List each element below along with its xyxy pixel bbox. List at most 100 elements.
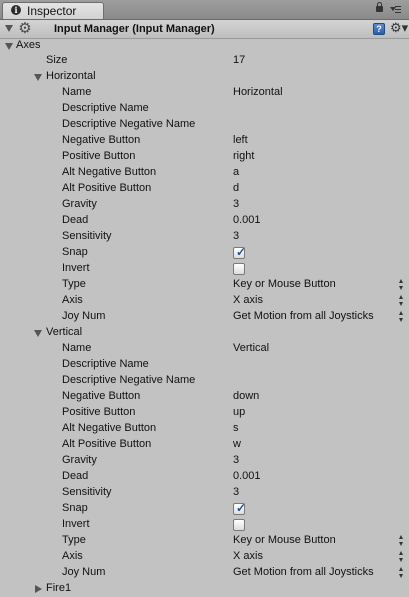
axis-dropdown[interactable]: X axis [233,294,263,306]
field-label: Descriptive Negative Name [62,118,196,130]
sensitivity-field[interactable]: 3 [233,486,239,498]
field-label: Snap [62,246,88,258]
field-label: Sensitivity [62,486,112,498]
field-label: Gravity [62,454,97,466]
field-label: Positive Button [62,150,136,162]
alt-positive-button-field[interactable]: d [233,182,239,194]
positive-button-field[interactable]: right [233,150,254,162]
invert-checkbox[interactable] [233,263,245,275]
field-row: Type Key or Mouse Button [0,533,409,549]
field-label: Descriptive Name [62,358,149,370]
axis-name-label: Fire1 [46,582,72,594]
field-row: Joy Num Get Motion from all Joysticks [0,309,409,325]
field-row: Axis X axis [0,293,409,309]
fire1-arrow-icon[interactable] [35,585,42,593]
alt-negative-button-field[interactable]: a [233,166,239,178]
axis-foldout-fire1[interactable]: Fire1 [0,581,409,597]
field-row: Descriptive Negative Name [0,373,409,389]
name-field[interactable]: Horizontal [233,86,283,98]
field-label: Type [62,278,86,290]
joy-num-dropdown[interactable]: Get Motion from all Joysticks [233,310,374,322]
field-row: Descriptive Name [0,101,409,117]
name-field[interactable]: Vertical [233,342,269,354]
invert-checkbox[interactable] [233,519,245,531]
dropdown-arrows-icon[interactable] [399,311,404,323]
dead-field[interactable]: 0.001 [233,470,261,482]
axes-size-row: Size 17 [0,53,409,69]
dead-field[interactable]: 0.001 [233,214,261,226]
axis-foldout-vertical[interactable]: Vertical [0,325,409,341]
settings-gear-icon[interactable]: ⚙▾ [390,21,408,35]
info-icon: i [11,5,21,15]
negative-button-field[interactable]: down [233,390,259,402]
tab-menu-icon[interactable] [390,6,401,15]
field-label: Positive Button [62,406,136,418]
field-row: Axis X axis [0,549,409,565]
negative-button-field[interactable]: left [233,134,248,146]
axes-foldout[interactable]: Axes [0,38,409,54]
dropdown-arrows-icon[interactable] [399,295,404,307]
gravity-field[interactable]: 3 [233,198,239,210]
field-label: Gravity [62,198,97,210]
field-row: Negative Button left [0,133,409,149]
tab-inspector[interactable]: i Inspector [2,2,104,19]
field-row: Sensitivity 3 [0,485,409,501]
field-label: Negative Button [62,390,141,402]
axis-foldout-horizontal[interactable]: Horizontal [0,69,409,85]
dropdown-arrows-icon[interactable] [399,551,404,563]
field-row: Sensitivity 3 [0,229,409,245]
axes-arrow-icon[interactable] [5,43,13,50]
field-label: Joy Num [62,566,106,578]
help-book-icon[interactable]: ? [373,23,385,35]
checkmark-icon: ✓ [236,501,247,515]
lock-icon[interactable] [376,2,383,12]
field-row: Descriptive Name [0,357,409,373]
field-label: Alt Positive Button [62,182,152,194]
header-foldout-arrow-icon[interactable] [5,25,13,32]
type-dropdown[interactable]: Key or Mouse Button [233,534,336,546]
joy-num-dropdown[interactable]: Get Motion from all Joysticks [233,566,374,578]
field-row: Alt Negative Button a [0,165,409,181]
field-row: Dead 0.001 [0,213,409,229]
axis-name-label: Vertical [46,326,83,338]
field-label: Sensitivity [62,230,112,242]
field-label: Axis [62,294,83,306]
field-row: Invert [0,261,409,277]
field-label: Descriptive Negative Name [62,374,196,386]
field-row: Alt Positive Button d [0,181,409,197]
checkmark-icon: ✓ [236,245,247,259]
field-label: Alt Positive Button [62,438,152,450]
alt-negative-button-field[interactable]: s [233,422,239,434]
field-label: Negative Button [62,134,141,146]
field-label: Dead [62,470,89,482]
axis-dropdown[interactable]: X axis [233,550,263,562]
field-row: Name Vertical [0,341,409,357]
field-label: Joy Num [62,310,106,322]
size-field[interactable]: 17 [233,54,245,66]
field-row: Descriptive Negative Name [0,117,409,133]
field-row: Positive Button right [0,149,409,165]
field-row: Alt Negative Button s [0,421,409,437]
component-title: Input Manager (Input Manager) [54,23,215,35]
dropdown-arrows-icon[interactable] [399,279,404,291]
field-row: Negative Button down [0,389,409,405]
field-label: Invert [62,262,90,274]
field-row: Dead 0.001 [0,469,409,485]
input-manager-gear-icon: ⚙ [18,20,32,37]
dropdown-arrows-icon[interactable] [399,567,404,579]
positive-button-field[interactable]: up [233,406,245,418]
horizontal-arrow-icon[interactable] [34,74,42,81]
dropdown-arrows-icon[interactable] [399,535,404,547]
field-row: Gravity 3 [0,453,409,469]
field-label: Snap [62,502,88,514]
gravity-field[interactable]: 3 [233,454,239,466]
vertical-arrow-icon[interactable] [34,330,42,337]
field-label: Dead [62,214,89,226]
snap-checkbox[interactable]: ✓ [233,501,247,515]
alt-positive-button-field[interactable]: w [233,438,241,450]
type-dropdown[interactable]: Key or Mouse Button [233,278,336,290]
sensitivity-field[interactable]: 3 [233,230,239,242]
snap-checkbox[interactable]: ✓ [233,245,247,259]
axis-name-label: Horizontal [46,70,96,82]
field-label: Name [62,86,92,98]
